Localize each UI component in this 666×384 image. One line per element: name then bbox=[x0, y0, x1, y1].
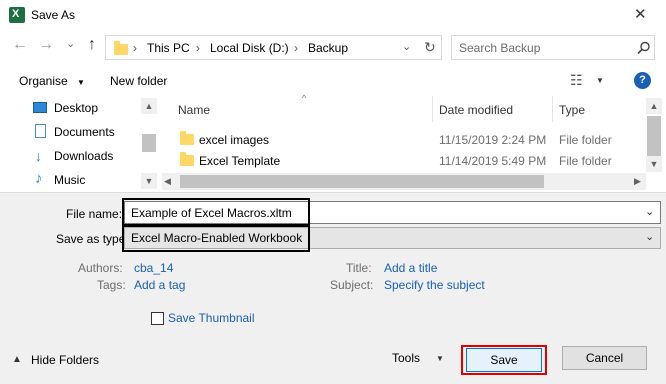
column-divider bbox=[552, 96, 553, 122]
new-folder-button[interactable]: New folder bbox=[110, 74, 167, 88]
save-highlight bbox=[461, 345, 547, 375]
sidebar-scroll-up-icon[interactable]: ▲ bbox=[141, 98, 157, 114]
chevron-down-icon[interactable]: ⌄ bbox=[645, 205, 654, 218]
file-name: excel images bbox=[199, 133, 270, 147]
save-thumbnail-label[interactable]: Save Thumbnail bbox=[168, 311, 255, 325]
music-icon: ♪ bbox=[35, 170, 43, 187]
window-title: Save As bbox=[31, 8, 76, 22]
sidebar-scrollbar-thumb[interactable] bbox=[142, 134, 156, 152]
folder-icon bbox=[180, 152, 194, 166]
horizontal-scrollbar-thumb[interactable] bbox=[180, 175, 544, 188]
up-arrow-icon[interactable]: ↑ bbox=[88, 36, 96, 54]
breadcrumb-backup[interactable]: Backup bbox=[308, 41, 348, 55]
help-icon[interactable]: ? bbox=[634, 72, 651, 89]
search-input[interactable]: Search Backup bbox=[459, 41, 540, 55]
documents-icon bbox=[35, 124, 46, 138]
subject-label: Subject: bbox=[330, 278, 374, 292]
breadcrumb-separator: › bbox=[196, 41, 200, 55]
organise-label: Organise bbox=[19, 74, 68, 88]
scroll-left-icon[interactable]: ◀ bbox=[164, 173, 171, 190]
breadcrumb-separator: › bbox=[294, 41, 298, 55]
chevron-down-icon[interactable]: ⌄ bbox=[645, 230, 654, 243]
tags-link[interactable]: Add a tag bbox=[134, 278, 185, 292]
file-date: 11/14/2019 5:49 PM bbox=[439, 154, 547, 168]
breadcrumb-local-disk[interactable]: Local Disk (D:) bbox=[210, 41, 289, 55]
caret-down-icon: ▼ bbox=[77, 78, 85, 87]
file-name-highlight bbox=[122, 198, 310, 226]
navigation-pane: Desktop Documents ↓ Downloads ♪ Music ▲ … bbox=[0, 96, 158, 192]
title-link[interactable]: Add a title bbox=[384, 261, 437, 275]
downloads-icon: ↓ bbox=[35, 148, 42, 164]
cancel-button[interactable]: Cancel bbox=[562, 346, 647, 370]
folder-icon bbox=[114, 41, 128, 55]
file-type: File folder bbox=[559, 133, 612, 147]
sort-up-icon: ^ bbox=[302, 93, 307, 103]
desktop-icon bbox=[33, 102, 47, 113]
address-bar[interactable]: › This PC › Local Disk (D:) › Backup ⌄ ↻ bbox=[105, 35, 442, 60]
column-divider bbox=[432, 96, 433, 122]
excel-icon: X bbox=[9, 7, 25, 23]
forward-arrow-icon[interactable]: → bbox=[38, 36, 54, 54]
chevron-up-icon[interactable]: ▲ bbox=[12, 354, 22, 365]
file-date: 11/15/2019 2:24 PM bbox=[439, 133, 547, 147]
back-arrow-icon[interactable]: ← bbox=[12, 36, 28, 54]
organise-button[interactable]: Organise ▼ bbox=[19, 74, 85, 88]
subject-link[interactable]: Specify the subject bbox=[384, 278, 485, 292]
scroll-up-icon[interactable]: ▲ bbox=[646, 98, 662, 114]
hide-folders-button[interactable]: Hide Folders bbox=[31, 353, 99, 367]
column-header-name[interactable]: Name bbox=[178, 103, 210, 117]
column-header-type[interactable]: Type bbox=[559, 103, 585, 117]
close-icon[interactable]: ✕ bbox=[634, 5, 647, 23]
authors-value[interactable]: cba_14 bbox=[134, 261, 173, 275]
breadcrumb-this-pc[interactable]: This PC bbox=[147, 41, 190, 55]
sidebar-item-music[interactable]: Music bbox=[54, 173, 85, 187]
title-label: Title: bbox=[346, 261, 372, 275]
save-as-type-label: Save as type: bbox=[56, 232, 129, 246]
folder-icon bbox=[180, 131, 194, 145]
authors-label: Authors: bbox=[78, 261, 123, 275]
save-thumbnail-checkbox[interactable] bbox=[151, 312, 164, 325]
scroll-down-icon[interactable]: ▼ bbox=[646, 156, 662, 172]
address-dropdown-icon[interactable]: ⌄ bbox=[402, 40, 411, 53]
search-icon[interactable] bbox=[637, 41, 651, 55]
column-header-date[interactable]: Date modified bbox=[439, 103, 513, 117]
file-list: ^ Name Date modified Type excel images 1… bbox=[162, 93, 664, 192]
save-as-type-highlight bbox=[122, 225, 310, 252]
tools-dropdown-icon[interactable]: ▼ bbox=[436, 354, 444, 363]
sidebar-item-documents[interactable]: Documents bbox=[54, 125, 115, 139]
horizontal-scrollbar[interactable]: ◀ ▶ bbox=[162, 173, 646, 190]
view-dropdown-icon[interactable]: ▼ bbox=[596, 76, 604, 85]
breadcrumb-separator: › bbox=[133, 41, 137, 55]
file-name: Excel Template bbox=[199, 154, 281, 168]
table-row[interactable]: excel images 11/15/2019 2:24 PM File fol… bbox=[162, 130, 642, 149]
sidebar-item-desktop[interactable]: Desktop bbox=[54, 101, 98, 115]
file-type: File folder bbox=[559, 154, 612, 168]
scroll-right-icon[interactable]: ▶ bbox=[634, 173, 641, 190]
tags-label: Tags: bbox=[97, 278, 126, 292]
file-name-label: File name: bbox=[66, 207, 123, 221]
table-row[interactable]: Excel Template 11/14/2019 5:49 PM File f… bbox=[162, 151, 642, 170]
recent-locations-icon[interactable]: ⌄ bbox=[66, 37, 75, 50]
tools-button[interactable]: Tools bbox=[392, 351, 420, 365]
sidebar-item-downloads[interactable]: Downloads bbox=[54, 149, 113, 163]
search-box[interactable]: Search Backup bbox=[451, 35, 655, 60]
refresh-icon[interactable]: ↻ bbox=[424, 39, 436, 56]
sidebar-scroll-down-icon[interactable]: ▼ bbox=[141, 173, 157, 189]
view-options-icon[interactable]: ☷ bbox=[570, 72, 583, 89]
